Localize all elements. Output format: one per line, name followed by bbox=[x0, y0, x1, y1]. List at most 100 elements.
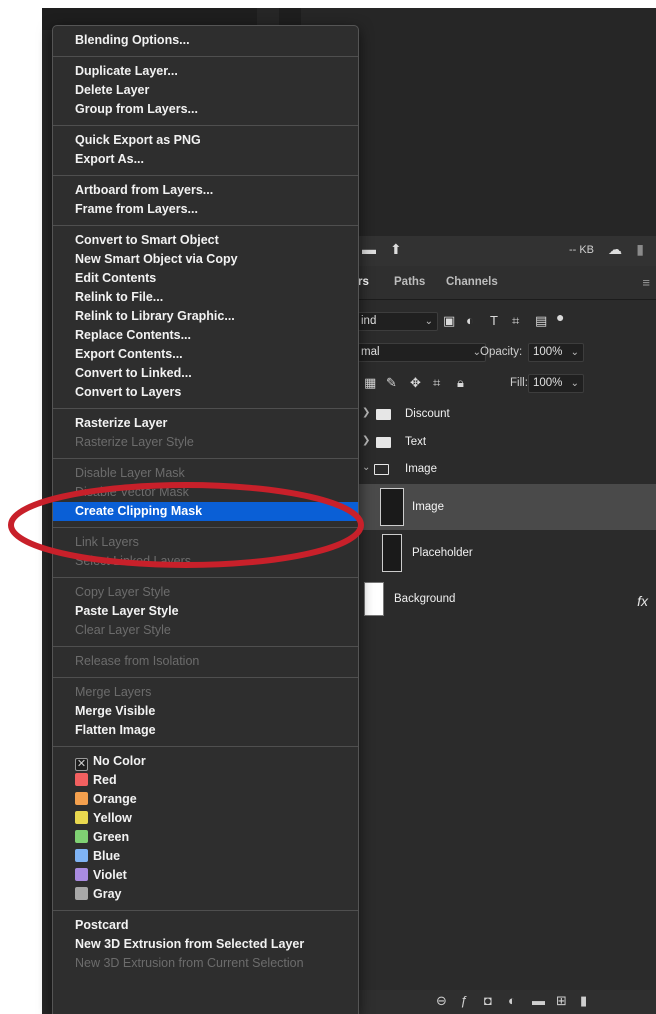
menu-item-artboard-from-layers[interactable]: Artboard from Layers... bbox=[53, 181, 358, 200]
filter-toggle-icon[interactable]: ● bbox=[556, 309, 564, 325]
delete-layer-icon[interactable]: ▮ bbox=[580, 993, 587, 1009]
menu-item-violet[interactable]: Violet bbox=[53, 866, 358, 885]
folder-icon[interactable]: ▬ bbox=[362, 241, 376, 257]
blend-mode-select[interactable]: mal ⌄ bbox=[356, 343, 486, 362]
lock-brush-icon[interactable]: ✎ bbox=[386, 375, 397, 391]
chevron-down-icon[interactable]: ⌄ bbox=[362, 462, 370, 473]
adjustment-filter-icon[interactable]: ◐ bbox=[466, 313, 474, 328]
menu-item-flatten-image[interactable]: Flatten Image bbox=[53, 721, 358, 740]
menu-item-label: Group from Layers... bbox=[75, 102, 198, 116]
lock-transparency-icon[interactable]: ▦ bbox=[364, 375, 376, 391]
menu-item-disable-vector-mask: Disable Vector Mask bbox=[53, 483, 358, 502]
menu-group: Artboard from Layers... Frame from Layers… bbox=[53, 176, 358, 226]
menu-item-new-smart-object-via-copy[interactable]: New Smart Object via Copy bbox=[53, 250, 358, 269]
filter-kind-value: ind bbox=[361, 315, 377, 327]
chevron-right-icon[interactable]: ❯ bbox=[362, 407, 370, 418]
menu-item-no-color[interactable]: ✕ No Color bbox=[53, 752, 358, 771]
lock-all-icon[interactable]: 🔒︎ bbox=[457, 375, 464, 391]
menu-item-orange[interactable]: Orange bbox=[53, 790, 358, 809]
menu-item-duplicate-layer[interactable]: Duplicate Layer... bbox=[53, 62, 358, 81]
menu-item-create-clipping-mask[interactable]: Create Clipping Mask bbox=[53, 502, 358, 521]
layer-effects-icon[interactable]: fx bbox=[637, 593, 648, 609]
fill-field[interactable]: 100% ⌄ bbox=[528, 374, 584, 393]
link-icon[interactable]: ⊖ bbox=[436, 993, 447, 1009]
menu-group: Blending Options... bbox=[53, 26, 358, 57]
layer-name: Image bbox=[412, 501, 444, 513]
trash-icon[interactable]: ▮ bbox=[636, 241, 644, 258]
menu-item-export-as[interactable]: Export As... bbox=[53, 150, 358, 169]
layer-thumbnail bbox=[380, 488, 404, 526]
chevron-right-icon[interactable]: ❯ bbox=[362, 435, 370, 446]
pixel-filter-icon[interactable]: ▣ bbox=[443, 313, 455, 329]
smart-object-filter-icon[interactable]: ▤ bbox=[535, 313, 547, 329]
menu-item-convert-to-linked[interactable]: Convert to Linked... bbox=[53, 364, 358, 383]
menu-item-clear-layer-style: Clear Layer Style bbox=[53, 621, 358, 640]
menu-item-label: Delete Layer bbox=[75, 83, 150, 97]
menu-item-release-from-isolation: Release from Isolation bbox=[53, 652, 358, 671]
layer-group-discount[interactable]: ❯ Discount bbox=[354, 404, 656, 426]
menu-item-yellow[interactable]: Yellow bbox=[53, 809, 358, 828]
menu-item-replace-contents[interactable]: Replace Contents... bbox=[53, 326, 358, 345]
menu-item-label: Link Layers bbox=[75, 535, 139, 549]
fx-icon[interactable]: ƒ bbox=[460, 993, 467, 1008]
menu-group: Duplicate Layer... Delete Layer Group from… bbox=[53, 57, 358, 126]
menu-item-relink-to-file[interactable]: Relink to File... bbox=[53, 288, 358, 307]
menu-item-convert-to-smart-object[interactable]: Convert to Smart Object bbox=[53, 231, 358, 250]
lock-position-icon[interactable]: ✥ bbox=[410, 375, 421, 391]
menu-item-label: Flatten Image bbox=[75, 723, 156, 737]
layer-group-text[interactable]: ❯ Text bbox=[354, 432, 656, 454]
menu-item-export-contents[interactable]: Export Contents... bbox=[53, 345, 358, 364]
menu-item-copy-layer-style: Copy Layer Style bbox=[53, 583, 358, 602]
panel-bottom-bar: ⊖ ƒ ◘ ◐ ▬ ⊞ ▮ bbox=[340, 990, 656, 1014]
tab-layers[interactable]: rs bbox=[358, 276, 369, 288]
lock-artboard-icon[interactable]: ⌗ bbox=[433, 375, 440, 391]
menu-item-blue[interactable]: Blue bbox=[53, 847, 358, 866]
menu-item-paste-layer-style[interactable]: Paste Layer Style bbox=[53, 602, 358, 621]
color-swatch bbox=[75, 792, 88, 805]
type-filter-icon[interactable]: T bbox=[490, 313, 498, 328]
menu-item-postcard[interactable]: Postcard bbox=[53, 916, 358, 935]
menu-item-label: Convert to Linked... bbox=[75, 366, 192, 380]
menu-item-green[interactable]: Green bbox=[53, 828, 358, 847]
layer-placeholder[interactable]: Placeholder bbox=[340, 530, 656, 576]
panel-menu-icon[interactable]: ≡ bbox=[642, 275, 650, 290]
menu-item-gray[interactable]: Gray bbox=[53, 885, 358, 904]
menu-item-blending-options[interactable]: Blending Options... bbox=[53, 31, 358, 50]
menu-item-edit-contents[interactable]: Edit Contents bbox=[53, 269, 358, 288]
mask-icon[interactable]: ◘ bbox=[484, 993, 492, 1008]
menu-group: Disable Layer Mask Disable Vector Mask Cre… bbox=[53, 459, 358, 528]
upload-icon[interactable]: ⬆ bbox=[390, 241, 402, 258]
adjustment-icon[interactable]: ◐ bbox=[508, 993, 516, 1008]
layer-image[interactable]: Image bbox=[340, 484, 656, 530]
menu-item-label: Edit Contents bbox=[75, 271, 157, 285]
menu-item-delete-layer[interactable]: Delete Layer bbox=[53, 81, 358, 100]
menu-item-label: Relink to Library Graphic... bbox=[75, 309, 235, 323]
menu-item-frame-from-layers[interactable]: Frame from Layers... bbox=[53, 200, 358, 219]
menu-group: Copy Layer Style Paste Layer Style Clear L… bbox=[53, 578, 358, 647]
color-swatch bbox=[75, 830, 88, 843]
menu-item-rasterize-layer[interactable]: Rasterize Layer bbox=[53, 414, 358, 433]
layer-name: Image bbox=[405, 463, 437, 475]
tab-paths[interactable]: Paths bbox=[394, 276, 425, 288]
tab-channels[interactable]: Channels bbox=[446, 276, 498, 288]
layer-filter-select[interactable]: ind ⌄ bbox=[356, 312, 438, 331]
menu-item-new-3d-extrusion-from-selected-layer[interactable]: New 3D Extrusion from Selected Layer bbox=[53, 935, 358, 954]
menu-item-group-from-layers[interactable]: Group from Layers... bbox=[53, 100, 358, 119]
menu-item-relink-to-library-graphic[interactable]: Relink to Library Graphic... bbox=[53, 307, 358, 326]
menu-item-red[interactable]: Red bbox=[53, 771, 358, 790]
layer-background[interactable]: Background bbox=[340, 578, 656, 624]
layer-group-image[interactable]: ⌄ Image bbox=[354, 459, 656, 481]
menu-item-label: Frame from Layers... bbox=[75, 202, 198, 216]
new-group-icon[interactable]: ▬ bbox=[532, 993, 545, 1008]
menu-item-convert-to-layers[interactable]: Convert to Layers bbox=[53, 383, 358, 402]
menu-item-new-3d-extrusion-from-current-selection: New 3D Extrusion from Current Selection bbox=[53, 954, 358, 973]
layer-thumbnail bbox=[364, 582, 384, 616]
opacity-field[interactable]: 100% ⌄ bbox=[528, 343, 584, 362]
menu-item-label: Select Linked Layers bbox=[75, 554, 192, 568]
cloud-icon[interactable]: ☁ bbox=[608, 241, 622, 258]
menu-item-quick-export-as-png[interactable]: Quick Export as PNG bbox=[53, 131, 358, 150]
new-layer-icon[interactable]: ⊞ bbox=[556, 993, 567, 1009]
menu-item-merge-visible[interactable]: Merge Visible bbox=[53, 702, 358, 721]
menu-item-label: Merge Visible bbox=[75, 704, 156, 718]
shape-filter-icon[interactable]: ⌗ bbox=[512, 313, 519, 329]
